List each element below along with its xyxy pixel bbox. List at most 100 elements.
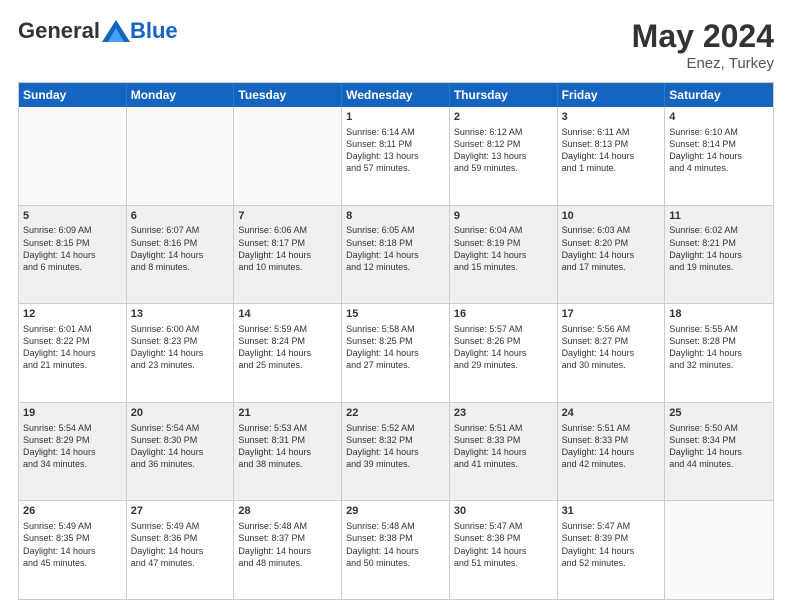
cell-text-line: Sunset: 8:22 PM xyxy=(23,335,122,347)
cell-text-line: Daylight: 14 hours xyxy=(346,347,445,359)
cal-cell: 9Sunrise: 6:04 AMSunset: 8:19 PMDaylight… xyxy=(450,206,558,304)
cell-text-line: Sunset: 8:16 PM xyxy=(131,237,230,249)
day-number: 23 xyxy=(454,406,553,421)
cal-cell: 22Sunrise: 5:52 AMSunset: 8:32 PMDayligh… xyxy=(342,403,450,501)
cell-text-line: and 8 minutes. xyxy=(131,261,230,273)
cell-text-line: and 4 minutes. xyxy=(669,162,769,174)
cell-text-line: Sunset: 8:13 PM xyxy=(562,138,661,150)
calendar-header: SundayMondayTuesdayWednesdayThursdayFrid… xyxy=(19,83,773,107)
cell-text-line: Sunset: 8:18 PM xyxy=(346,237,445,249)
cell-text-line: Daylight: 14 hours xyxy=(669,150,769,162)
day-number: 11 xyxy=(669,209,769,224)
cell-text-line: Daylight: 14 hours xyxy=(669,249,769,261)
cell-text-line: Daylight: 14 hours xyxy=(131,347,230,359)
cell-text-line: Daylight: 14 hours xyxy=(23,347,122,359)
location: Enez, Turkey xyxy=(632,55,774,72)
cell-text-line: Daylight: 14 hours xyxy=(131,446,230,458)
cal-cell: 21Sunrise: 5:53 AMSunset: 8:31 PMDayligh… xyxy=(234,403,342,501)
day-number: 27 xyxy=(131,504,230,519)
day-number: 31 xyxy=(562,504,661,519)
cell-text-line: and 42 minutes. xyxy=(562,458,661,470)
cal-header-day-monday: Monday xyxy=(127,83,235,107)
cell-text-line: Sunrise: 5:48 AM xyxy=(346,520,445,532)
cell-text-line: Sunset: 8:31 PM xyxy=(238,434,337,446)
day-number: 13 xyxy=(131,307,230,322)
cell-text-line: Daylight: 14 hours xyxy=(238,249,337,261)
cell-text-line: Sunrise: 5:53 AM xyxy=(238,422,337,434)
cell-text-line: Sunrise: 5:55 AM xyxy=(669,323,769,335)
cell-text-line: Sunset: 8:19 PM xyxy=(454,237,553,249)
cal-cell: 11Sunrise: 6:02 AMSunset: 8:21 PMDayligh… xyxy=(665,206,773,304)
month-title: May 2024 xyxy=(632,18,774,55)
page: General Blue May 2024 Enez, Turkey Sunda… xyxy=(0,0,792,612)
logo: General Blue xyxy=(18,18,178,44)
cell-text-line: Sunrise: 6:09 AM xyxy=(23,224,122,236)
day-number: 2 xyxy=(454,110,553,125)
cal-cell: 14Sunrise: 5:59 AMSunset: 8:24 PMDayligh… xyxy=(234,304,342,402)
cal-cell: 19Sunrise: 5:54 AMSunset: 8:29 PMDayligh… xyxy=(19,403,127,501)
cell-text-line: Sunrise: 5:58 AM xyxy=(346,323,445,335)
cell-text-line: and 36 minutes. xyxy=(131,458,230,470)
cal-cell: 13Sunrise: 6:00 AMSunset: 8:23 PMDayligh… xyxy=(127,304,235,402)
cell-text-line: Sunset: 8:14 PM xyxy=(669,138,769,150)
day-number: 4 xyxy=(669,110,769,125)
cell-text-line: Sunrise: 5:54 AM xyxy=(23,422,122,434)
cal-header-day-saturday: Saturday xyxy=(665,83,773,107)
cell-text-line: and 51 minutes. xyxy=(454,557,553,569)
cell-text-line: and 41 minutes. xyxy=(454,458,553,470)
cell-text-line: Daylight: 14 hours xyxy=(238,347,337,359)
cell-text-line: Sunrise: 5:56 AM xyxy=(562,323,661,335)
day-number: 6 xyxy=(131,209,230,224)
cell-text-line: and 48 minutes. xyxy=(238,557,337,569)
cell-text-line: Sunrise: 5:51 AM xyxy=(454,422,553,434)
cell-text-line: and 29 minutes. xyxy=(454,359,553,371)
day-number: 15 xyxy=(346,307,445,322)
cal-cell xyxy=(127,107,235,205)
cell-text-line: Sunset: 8:30 PM xyxy=(131,434,230,446)
day-number: 26 xyxy=(23,504,122,519)
cell-text-line: Sunrise: 5:49 AM xyxy=(23,520,122,532)
cell-text-line: Sunrise: 5:59 AM xyxy=(238,323,337,335)
cell-text-line: Sunrise: 6:14 AM xyxy=(346,126,445,138)
cell-text-line: Daylight: 14 hours xyxy=(562,545,661,557)
cell-text-line: Daylight: 14 hours xyxy=(454,446,553,458)
day-number: 24 xyxy=(562,406,661,421)
cal-cell: 6Sunrise: 6:07 AMSunset: 8:16 PMDaylight… xyxy=(127,206,235,304)
cell-text-line: and 15 minutes. xyxy=(454,261,553,273)
cal-header-day-friday: Friday xyxy=(558,83,666,107)
cal-row-0: 1Sunrise: 6:14 AMSunset: 8:11 PMDaylight… xyxy=(19,107,773,205)
cal-cell: 31Sunrise: 5:47 AMSunset: 8:39 PMDayligh… xyxy=(558,501,666,599)
cell-text-line: Sunset: 8:11 PM xyxy=(346,138,445,150)
cal-cell: 29Sunrise: 5:48 AMSunset: 8:38 PMDayligh… xyxy=(342,501,450,599)
cell-text-line: Sunset: 8:37 PM xyxy=(238,532,337,544)
title-area: May 2024 Enez, Turkey xyxy=(632,18,774,72)
cell-text-line: and 45 minutes. xyxy=(23,557,122,569)
cell-text-line: Sunrise: 5:51 AM xyxy=(562,422,661,434)
cell-text-line: and 27 minutes. xyxy=(346,359,445,371)
cal-cell: 25Sunrise: 5:50 AMSunset: 8:34 PMDayligh… xyxy=(665,403,773,501)
day-number: 9 xyxy=(454,209,553,224)
cell-text-line: and 17 minutes. xyxy=(562,261,661,273)
cell-text-line: Daylight: 14 hours xyxy=(562,249,661,261)
header: General Blue May 2024 Enez, Turkey xyxy=(18,18,774,72)
cal-cell: 30Sunrise: 5:47 AMSunset: 8:38 PMDayligh… xyxy=(450,501,558,599)
day-number: 30 xyxy=(454,504,553,519)
cal-cell: 7Sunrise: 6:06 AMSunset: 8:17 PMDaylight… xyxy=(234,206,342,304)
day-number: 8 xyxy=(346,209,445,224)
cell-text-line: and 34 minutes. xyxy=(23,458,122,470)
cell-text-line: Daylight: 14 hours xyxy=(238,446,337,458)
cal-cell: 23Sunrise: 5:51 AMSunset: 8:33 PMDayligh… xyxy=(450,403,558,501)
cell-text-line: and 32 minutes. xyxy=(669,359,769,371)
cell-text-line: Sunset: 8:38 PM xyxy=(454,532,553,544)
day-number: 5 xyxy=(23,209,122,224)
cell-text-line: Daylight: 14 hours xyxy=(454,545,553,557)
cell-text-line: and 30 minutes. xyxy=(562,359,661,371)
logo-text: General Blue xyxy=(18,18,178,44)
cal-cell xyxy=(19,107,127,205)
cell-text-line: Daylight: 14 hours xyxy=(23,545,122,557)
cell-text-line: Daylight: 14 hours xyxy=(669,446,769,458)
cal-row-4: 26Sunrise: 5:49 AMSunset: 8:35 PMDayligh… xyxy=(19,500,773,599)
cell-text-line: Sunset: 8:29 PM xyxy=(23,434,122,446)
cell-text-line: Sunrise: 6:03 AM xyxy=(562,224,661,236)
cell-text-line: and 38 minutes. xyxy=(238,458,337,470)
